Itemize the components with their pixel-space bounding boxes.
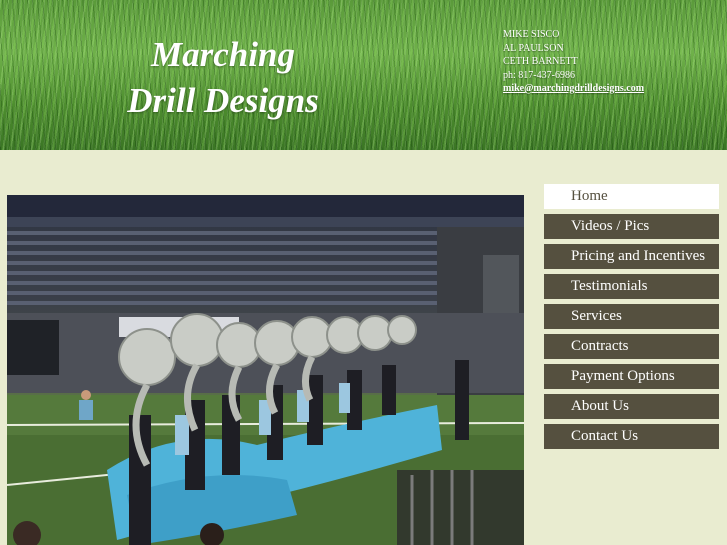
contact-name-2: AL PAULSON [503, 42, 564, 54]
nav-pricing-incentives[interactable]: Pricing and Incentives [544, 244, 719, 269]
logo-line-2: Drill Designs [127, 81, 319, 120]
logo-line-1: Marching [151, 35, 295, 74]
nav-about-us[interactable]: About Us [544, 394, 719, 419]
nav-testimonials[interactable]: Testimonials [544, 274, 719, 299]
contact-name-3: CETH BARNETT [503, 56, 578, 67]
nav-services[interactable]: Services [544, 304, 719, 329]
nav-home[interactable]: Home [544, 184, 719, 209]
site-logo[interactable]: Marching Drill Designs [108, 32, 338, 124]
contact-email-link[interactable]: mike@marchingdrilldesigns.com [503, 83, 644, 94]
nav-videos-pics[interactable]: Videos / Pics [544, 214, 719, 239]
nav-payment-options[interactable]: Payment Options [544, 364, 719, 389]
header-banner: Marching Drill Designs MIKE SISCO AL PAU… [0, 0, 727, 150]
contact-name-1: MIKE SISCO [503, 29, 560, 40]
contact-info: MIKE SISCO AL PAULSON CETH BARNETT ph: 8… [503, 28, 644, 96]
main-nav: Home Videos / Pics Pricing and Incentive… [544, 184, 719, 454]
contact-phone: ph: 817-437-6986 [503, 69, 575, 81]
nav-contact-us[interactable]: Contact Us [544, 424, 719, 449]
marching-band-photo [7, 195, 524, 545]
nav-contracts[interactable]: Contracts [544, 334, 719, 359]
